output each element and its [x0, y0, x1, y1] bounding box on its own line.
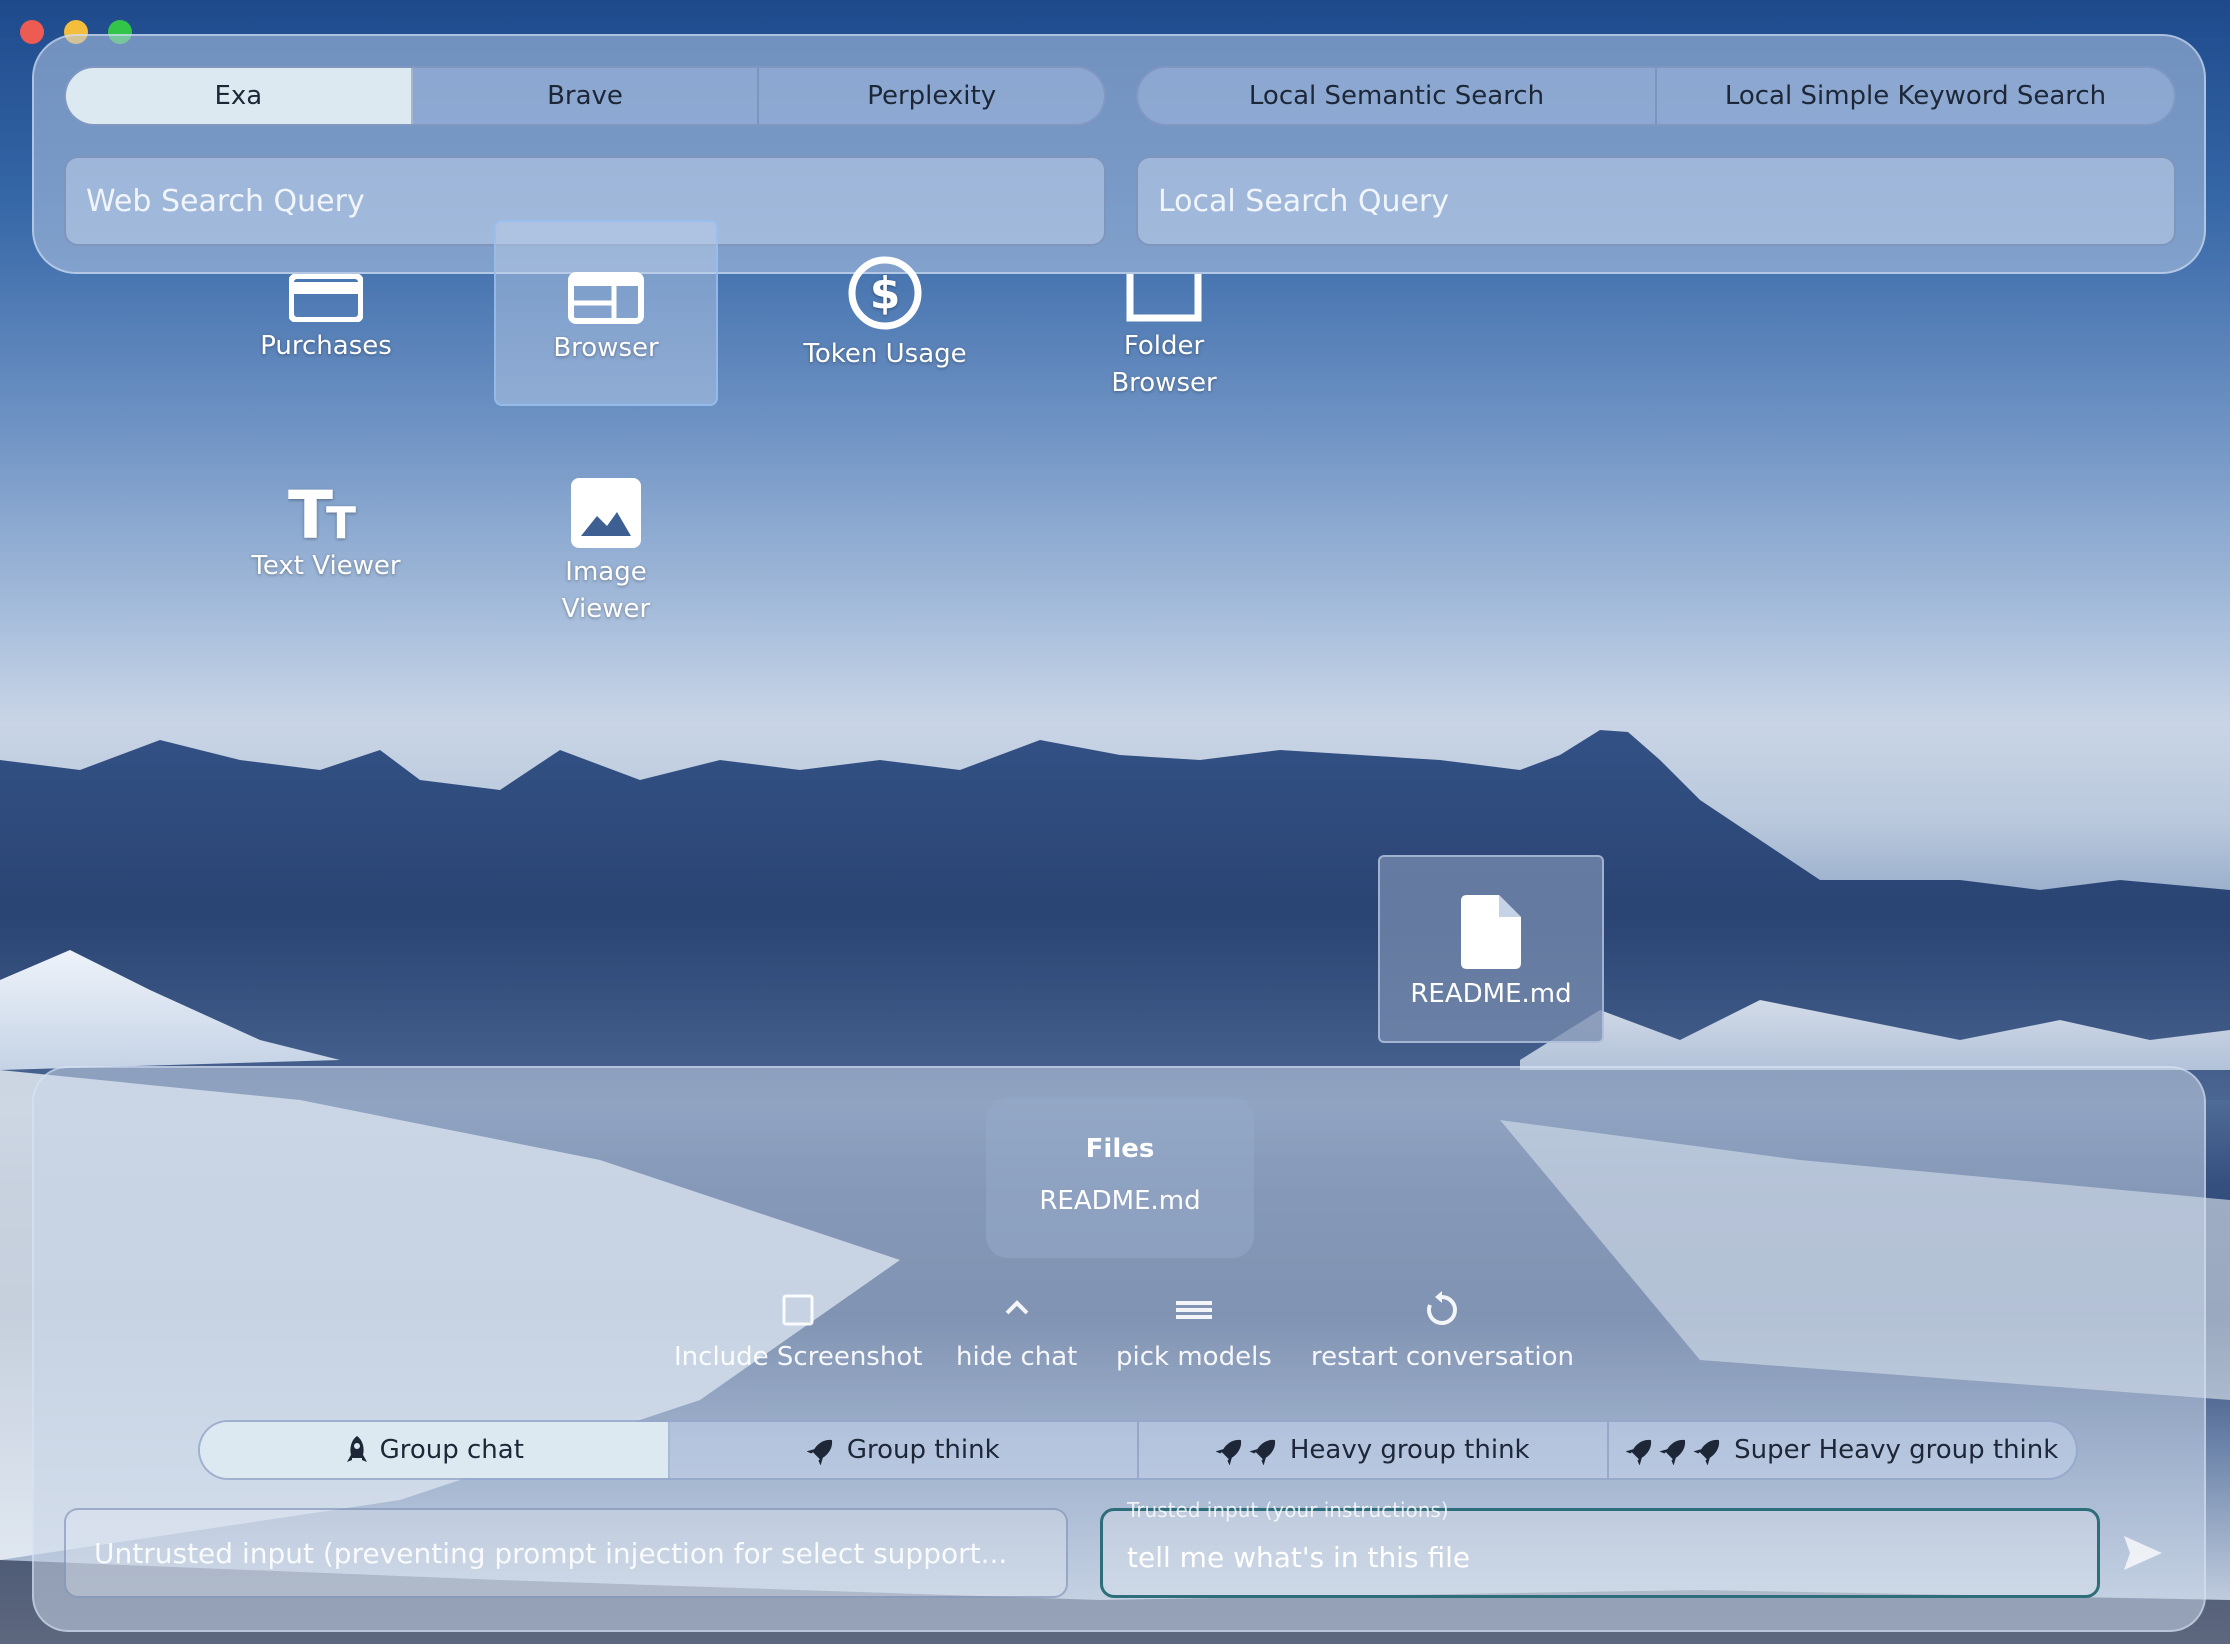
- credit-card-icon: [289, 274, 363, 322]
- search-panel: Exa Brave Perplexity Local Semantic Sear…: [32, 34, 2206, 274]
- desktop-icon-label: Purchases: [260, 331, 392, 361]
- chat-panel: Files README.md Include Screenshot hide …: [32, 1066, 2206, 1632]
- desktop-icon-browser[interactable]: Browser: [494, 220, 718, 406]
- desktop-icon-label: Folder Browser: [1111, 331, 1217, 398]
- desktop-icon-label: Image Viewer: [561, 557, 651, 624]
- tool-label: pick models: [1116, 1342, 1272, 1372]
- send-icon[interactable]: [2118, 1528, 2168, 1578]
- rocket-icon: [1626, 1439, 1720, 1465]
- provider-perplexity-tab[interactable]: Perplexity: [759, 68, 1104, 124]
- folder-icon: [1126, 274, 1202, 322]
- mode-label: Group think: [846, 1435, 1000, 1465]
- mode-super-heavy-group-think-tab[interactable]: Super Heavy group think: [1609, 1422, 2077, 1478]
- chevron-up-icon: [1005, 1300, 1029, 1315]
- local-keyword-search-tab[interactable]: Local Simple Keyword Search: [1657, 68, 2174, 124]
- desktop-icon-label: Token Usage: [803, 339, 967, 369]
- file-label: README.md: [1410, 979, 1572, 1009]
- restart-conversation-button[interactable]: restart conversation: [1311, 1290, 1574, 1372]
- file-icon: [1461, 895, 1521, 969]
- local-search-mode-selector: Local Semantic Search Local Simple Keywo…: [1136, 66, 2176, 126]
- mode-label: Heavy group think: [1289, 1435, 1530, 1465]
- desktop-icon-image-viewer[interactable]: Image Viewer: [494, 478, 718, 628]
- rocket-icon: [1215, 1439, 1275, 1465]
- checkbox-icon: [782, 1294, 814, 1326]
- mode-label: Super Heavy group think: [1734, 1435, 2059, 1465]
- desktop-icon-folder-browser[interactable]: Folder Browser: [1052, 274, 1276, 402]
- local-search-input[interactable]: [1136, 156, 2176, 246]
- provider-exa-tab[interactable]: Exa: [66, 68, 413, 124]
- list-icon: [1175, 1301, 1212, 1319]
- text-size-icon: T T: [288, 480, 356, 542]
- provider-brave-tab[interactable]: Brave: [413, 68, 760, 124]
- attached-files-card: Files README.md: [986, 1098, 1254, 1258]
- restart-icon: [1427, 1291, 1458, 1325]
- desktop-icon-text-viewer[interactable]: T T Text Viewer: [214, 480, 438, 585]
- mode-heavy-group-think-tab[interactable]: Heavy group think: [1139, 1422, 1609, 1478]
- tool-label: Include Screenshot: [674, 1342, 923, 1372]
- svg-text:$: $: [870, 268, 901, 319]
- include-screenshot-toggle[interactable]: Include Screenshot: [674, 1290, 922, 1372]
- rocket-icon: [806, 1439, 832, 1465]
- mode-group-chat-tab[interactable]: Group chat: [200, 1422, 670, 1478]
- local-semantic-search-tab[interactable]: Local Semantic Search: [1138, 68, 1657, 124]
- desktop-icon-token-usage[interactable]: $ Token Usage: [773, 256, 997, 373]
- files-title: Files: [1085, 1134, 1155, 1164]
- web-search-provider-selector: Exa Brave Perplexity: [64, 66, 1106, 126]
- untrusted-input[interactable]: [64, 1508, 1068, 1598]
- tool-label: restart conversation: [1311, 1342, 1574, 1372]
- trusted-input-field: Trusted input (your instructions): [1100, 1498, 2100, 1598]
- desktop-icon-label: Text Viewer: [251, 551, 401, 581]
- hide-chat-button[interactable]: hide chat: [956, 1290, 1077, 1372]
- browser-window-icon: [568, 272, 644, 324]
- desktop-file-readme[interactable]: README.md: [1378, 855, 1604, 1043]
- attached-file-item[interactable]: README.md: [986, 1186, 1254, 1216]
- image-icon: [571, 478, 641, 548]
- dollar-circle-icon: $: [848, 256, 922, 330]
- svg-text:T: T: [326, 498, 356, 542]
- rocket-icon: [346, 1436, 367, 1462]
- pick-models-button[interactable]: pick models: [1116, 1290, 1272, 1372]
- desktop-icon-purchases[interactable]: Purchases: [214, 274, 438, 365]
- close-window-button[interactable]: [20, 20, 44, 44]
- mode-group-think-tab[interactable]: Group think: [670, 1422, 1139, 1478]
- trusted-input[interactable]: [1103, 1511, 2097, 1595]
- tool-label: hide chat: [956, 1342, 1078, 1372]
- group-mode-selector: Group chat Group think Heavy group think…: [198, 1420, 2078, 1480]
- mode-label: Group chat: [379, 1435, 524, 1465]
- desktop-icon-label: Browser: [553, 333, 659, 363]
